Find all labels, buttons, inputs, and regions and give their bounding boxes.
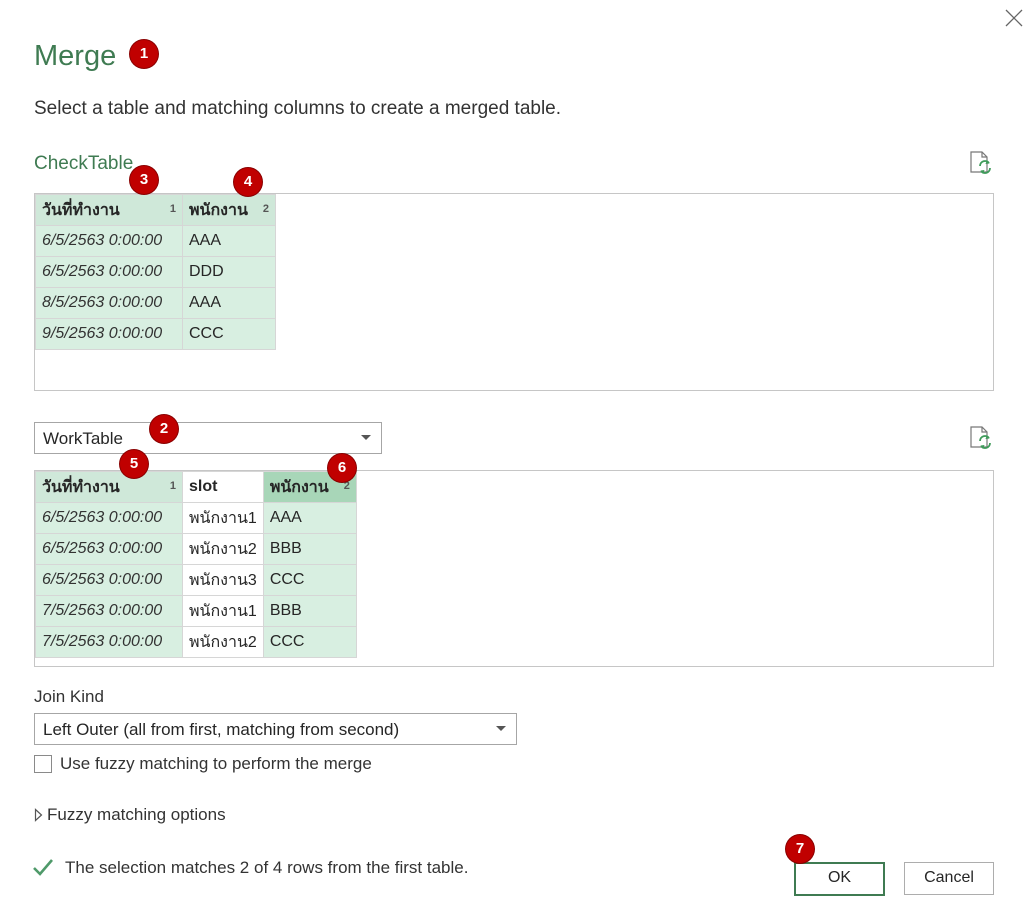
second-table-dropdown[interactable]: WorkTable xyxy=(34,422,382,454)
annotation-badge-6: 6 xyxy=(328,454,356,482)
table-cell: DDD xyxy=(182,256,276,288)
table-cell: 7/5/2563 0:00:00 xyxy=(35,595,183,627)
annotation-badge-4: 4 xyxy=(234,168,262,196)
annotation-badge-3: 3 xyxy=(130,166,158,194)
refresh-preview-icon xyxy=(970,426,991,449)
annotation-badge-7: 7 xyxy=(786,835,814,863)
table-cell: AAA xyxy=(262,502,357,534)
table-cell: 7/5/2563 0:00:00 xyxy=(35,626,183,658)
check-icon xyxy=(33,859,53,876)
dialog-title: Merge xyxy=(34,40,117,72)
column-index: 2 xyxy=(262,203,269,215)
first-col-employee-header[interactable]: พนักงาน 2 xyxy=(182,194,276,226)
refresh-second-table-button[interactable] xyxy=(968,425,994,451)
close-icon xyxy=(1005,9,1023,27)
table-cell: 8/5/2563 0:00:00 xyxy=(35,287,183,319)
refresh-preview-icon xyxy=(970,151,991,174)
table-row: 6/5/2563 0:00:00 AAA xyxy=(35,225,276,257)
table-cell: พนักงาน3 xyxy=(182,564,264,596)
second-col-date-header[interactable]: วันที่ทำงาน 1 xyxy=(35,471,183,503)
first-table-preview: วันที่ทำงาน 1 พนักงาน 2 6/5/2563 0:00:00… xyxy=(34,193,994,391)
column-index: 1 xyxy=(169,203,176,215)
table-cell: CCC xyxy=(182,318,276,350)
column-index: 1 xyxy=(169,480,176,492)
table-cell: 6/5/2563 0:00:00 xyxy=(35,256,183,288)
first-col-date-header[interactable]: วันที่ทำงาน 1 xyxy=(35,194,183,226)
table-cell: พนักงาน2 xyxy=(182,533,264,565)
table-cell: 6/5/2563 0:00:00 xyxy=(35,533,183,565)
join-kind-label: Join Kind xyxy=(34,687,104,706)
table-cell: BBB xyxy=(262,595,357,627)
table-cell: 6/5/2563 0:00:00 xyxy=(35,564,183,596)
table-cell: พนักงาน1 xyxy=(182,595,264,627)
dialog-subtitle: Select a table and matching columns to c… xyxy=(34,98,562,119)
close-button[interactable] xyxy=(1003,7,1025,29)
annotation-badge-5: 5 xyxy=(120,450,148,478)
second-table-grid: วันที่ทำงาน 1 slot พนักงาน 2 6/5/2563 0:… xyxy=(35,471,357,658)
second-col-slot-header[interactable]: slot xyxy=(182,471,264,503)
table-row: 6/5/2563 0:00:00 DDD xyxy=(35,256,276,288)
table-row: 7/5/2563 0:00:00 พนักงาน2 CCC xyxy=(35,626,357,658)
table-row: 9/5/2563 0:00:00 CCC xyxy=(35,318,276,350)
table-cell: AAA xyxy=(182,225,276,257)
first-table-grid: วันที่ทำงาน 1 พนักงาน 2 6/5/2563 0:00:00… xyxy=(35,194,276,350)
table-cell: BBB xyxy=(262,533,357,565)
first-table-name: CheckTable xyxy=(34,153,134,174)
table-cell: พนักงาน2 xyxy=(182,626,264,658)
table-cell: CCC xyxy=(262,626,357,658)
table-row: 6/5/2563 0:00:00 พนักงาน2 BBB xyxy=(35,533,357,565)
table-row: 6/5/2563 0:00:00 พนักงาน1 AAA xyxy=(35,502,357,534)
expand-triangle-icon xyxy=(34,808,43,822)
refresh-first-table-button[interactable] xyxy=(968,150,994,176)
annotation-badge-1: 1 xyxy=(130,40,158,68)
table-row: 6/5/2563 0:00:00 พนักงาน3 CCC xyxy=(35,564,357,596)
status-message: The selection matches 2 of 4 rows from t… xyxy=(65,858,469,877)
fuzzy-matching-checkbox[interactable] xyxy=(34,755,52,773)
table-row: 7/5/2563 0:00:00 พนักงาน1 BBB xyxy=(35,595,357,627)
ok-button[interactable]: OK xyxy=(794,862,885,896)
annotation-badge-2: 2 xyxy=(150,415,178,443)
second-table-preview: วันที่ทำงาน 1 slot พนักงาน 2 6/5/2563 0:… xyxy=(34,470,994,667)
cancel-button[interactable]: Cancel xyxy=(904,862,994,895)
join-kind-dropdown[interactable]: Left Outer (all from first, matching fro… xyxy=(34,713,517,745)
table-cell: 6/5/2563 0:00:00 xyxy=(35,225,183,257)
table-cell: 6/5/2563 0:00:00 xyxy=(35,502,183,534)
fuzzy-options-label: Fuzzy matching options xyxy=(47,805,226,824)
table-cell: 9/5/2563 0:00:00 xyxy=(35,318,183,350)
fuzzy-matching-label[interactable]: Use fuzzy matching to perform the merge xyxy=(60,754,372,774)
table-cell: CCC xyxy=(262,564,357,596)
table-cell: พนักงาน1 xyxy=(182,502,264,534)
chevron-down-icon xyxy=(496,726,506,731)
column-index: 2 xyxy=(343,480,350,492)
chevron-down-icon xyxy=(361,435,371,440)
table-row: 8/5/2563 0:00:00 AAA xyxy=(35,287,276,319)
table-cell: AAA xyxy=(182,287,276,319)
